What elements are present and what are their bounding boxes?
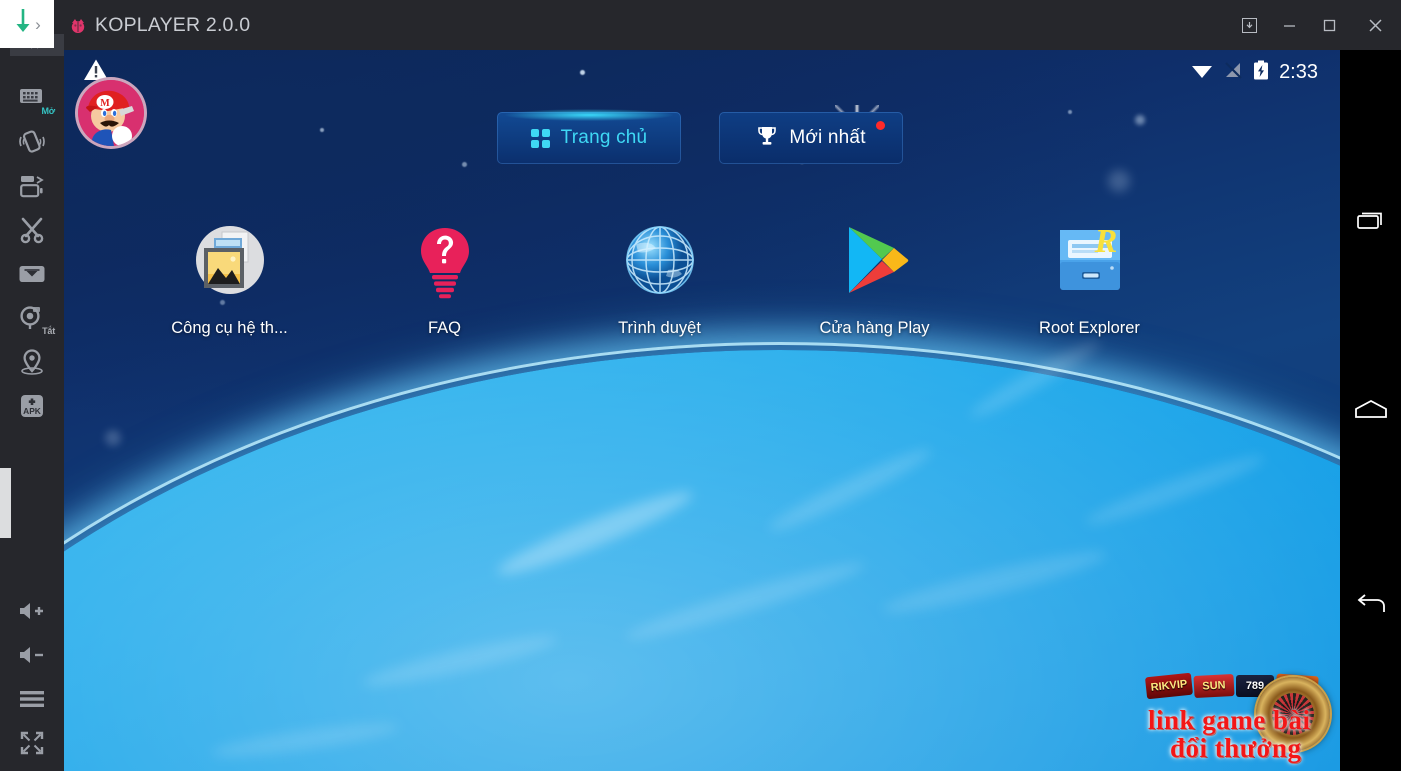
toolbar-bottom-list bbox=[0, 589, 64, 765]
app-trinh-duyet[interactable]: Trình duyệt bbox=[552, 218, 767, 338]
sidebar-install-apk[interactable]: APK bbox=[0, 384, 64, 428]
window-controls bbox=[1229, 0, 1401, 50]
app-cua-hang-play-label: Cửa hàng Play bbox=[819, 319, 930, 337]
wifi-icon bbox=[1190, 61, 1214, 84]
app-root-explorer[interactable]: R Root Explorer bbox=[982, 218, 1197, 338]
tab-moi-nhat-badge bbox=[876, 121, 885, 130]
koplayer-bug-logo-icon bbox=[68, 15, 88, 35]
tab-moi-nhat-label: Mới nhất bbox=[789, 127, 866, 148]
app-cong-cu-he-thong[interactable]: Công cụ hệ th... bbox=[122, 218, 337, 338]
toolbar-icon-list: Mở Tắt APK bbox=[0, 76, 64, 428]
watermark-chip-0: RIKVIP bbox=[1144, 672, 1194, 700]
watermark: RIKVIP SUN 789 IWIN link game bài đổi th… bbox=[1142, 671, 1332, 767]
google-play-icon bbox=[831, 218, 919, 306]
sidebar-volume-down[interactable] bbox=[0, 633, 64, 677]
page-scrollbar[interactable] bbox=[0, 468, 11, 538]
keyboard-mapping-button[interactable] bbox=[1229, 0, 1269, 50]
tab-trang-chu[interactable]: Trang chủ bbox=[497, 109, 681, 164]
sidebar-cut[interactable] bbox=[0, 208, 64, 252]
svg-text:R: R bbox=[1093, 223, 1117, 260]
nav-home-button[interactable] bbox=[1340, 382, 1401, 442]
sidebar-camera[interactable]: Tắt bbox=[0, 296, 64, 340]
minimize-button[interactable] bbox=[1269, 0, 1309, 50]
battery-charging-icon bbox=[1253, 60, 1269, 85]
watermark-line-2: đổi thưởng bbox=[1170, 733, 1302, 763]
download-arrow-icon bbox=[13, 7, 33, 42]
mario-avatar[interactable]: M bbox=[75, 77, 147, 149]
download-indicator-area[interactable]: › bbox=[0, 0, 54, 48]
four-dot-grid-icon bbox=[530, 128, 550, 148]
tab-moi-nhat[interactable]: Mới nhất bbox=[719, 112, 903, 164]
app-title: KOPLAYER 2.0.0 bbox=[95, 13, 251, 36]
sidebar-menu[interactable] bbox=[0, 677, 64, 721]
close-button[interactable] bbox=[1349, 0, 1401, 50]
app-trinh-duyet-label: Trình duyệt bbox=[618, 319, 701, 337]
home-tabs: Trang chủ Mới nhất bbox=[497, 109, 903, 164]
sidebar-keyboard-mapping[interactable]: Mở bbox=[0, 76, 64, 120]
trophy-icon bbox=[756, 125, 778, 152]
app-cong-cu-he-thong-label: Công cụ hệ th... bbox=[171, 319, 288, 337]
sidebar-location[interactable] bbox=[0, 340, 64, 384]
home-icon bbox=[1354, 399, 1388, 426]
profile-area[interactable]: M bbox=[69, 58, 161, 162]
app-faq-label: FAQ bbox=[427, 319, 461, 337]
root-explorer-icon: R bbox=[1046, 218, 1134, 306]
faq-lightbulb-icon bbox=[401, 218, 489, 306]
title-bar: KOPLAYER 2.0.0 bbox=[0, 0, 1401, 50]
recents-icon bbox=[1356, 207, 1386, 238]
app-grid: Công cụ hệ th... FAQ Trình duyệt Cửa hàn… bbox=[122, 218, 1197, 338]
watermark-line-1: link game bài bbox=[1148, 705, 1311, 735]
koplayer-window: KOPLAYER 2.0.0 Mở Tắt APK › 2:33 M Trang… bbox=[0, 0, 1401, 771]
sidebar-shake[interactable] bbox=[0, 120, 64, 164]
svg-text:M: M bbox=[100, 98, 110, 109]
back-arrow-icon bbox=[1354, 593, 1388, 622]
watermark-chip-1: SUN bbox=[1193, 673, 1235, 699]
nav-back-button[interactable] bbox=[1340, 577, 1401, 637]
tab-trang-chu-label: Trang chủ bbox=[560, 127, 648, 148]
sidebar-volume-up[interactable] bbox=[0, 589, 64, 633]
status-bar-clock: 2:33 bbox=[1279, 60, 1318, 83]
title-area: KOPLAYER 2.0.0 bbox=[68, 0, 250, 50]
sidebar-fullscreen[interactable] bbox=[0, 721, 64, 765]
no-signal-icon bbox=[1224, 61, 1243, 84]
svg-text:APK: APK bbox=[23, 406, 41, 416]
sidebar-camera-badge: Tắt bbox=[42, 326, 55, 336]
browser-globe-icon bbox=[616, 218, 704, 306]
android-nav-bar bbox=[1340, 50, 1401, 771]
chevron-right-icon[interactable]: › bbox=[35, 16, 41, 33]
android-status-bar: 2:33 bbox=[60, 50, 1340, 94]
app-faq[interactable]: FAQ bbox=[337, 218, 552, 338]
sidebar-keyboard-badge: Mở bbox=[41, 106, 56, 116]
app-root-explorer-label: Root Explorer bbox=[1039, 319, 1140, 337]
system-tools-icon bbox=[186, 218, 274, 306]
left-toolbar: Mở Tắt APK bbox=[0, 14, 64, 771]
maximize-button[interactable] bbox=[1309, 0, 1349, 50]
android-screen: 2:33 M Trang chủ Mới nhất Công cụ hệ th.… bbox=[60, 50, 1340, 771]
sidebar-inbox[interactable] bbox=[0, 252, 64, 296]
app-cua-hang-play[interactable]: Cửa hàng Play bbox=[767, 218, 982, 338]
sidebar-screenshot[interactable] bbox=[0, 164, 64, 208]
nav-recents-button[interactable] bbox=[1340, 192, 1401, 252]
